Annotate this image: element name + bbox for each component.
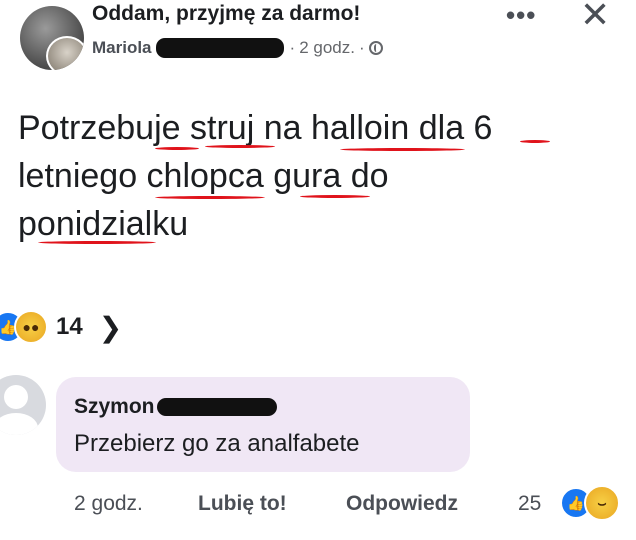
post-reactions[interactable]: 👍 ●● 14 ❯ [0,310,122,344]
post-meta: Mariola · 2 godz. · [92,38,383,58]
error-underline [205,145,275,148]
error-underline [155,196,265,199]
wow-icon: ●● [14,310,48,344]
redacted-surname [155,38,284,58]
comment-reaction-count[interactable]: 25 [518,492,541,516]
comment-time[interactable]: 2 godz. [74,492,143,516]
post-time[interactable]: 2 godz. [299,38,355,58]
chevron-right-icon[interactable]: ❯ [99,311,122,344]
comment-avatar[interactable] [0,375,46,435]
group-avatar[interactable] [20,6,84,70]
comment-text: Przebierz go za analfabete [74,430,360,457]
error-underline [520,140,550,143]
more-options-button[interactable]: ••• [506,0,536,31]
globe-icon [368,41,383,55]
meta-separator: · [289,38,296,57]
meta-separator-2: · [358,38,365,57]
like-button[interactable]: Lubię to! [198,492,287,516]
post-text-line-2: letniego chlopca gura do [18,157,389,195]
reply-button[interactable]: Odpowiedz [346,492,458,516]
error-underline [300,195,370,198]
error-underline [155,147,199,150]
comment-author[interactable]: Szymon [74,395,155,419]
post-text: Potrzebuje struj na halloin dla 6 letnie… [18,104,608,248]
close-button[interactable]: ✕ [580,0,610,36]
reaction-count: 14 [56,313,83,340]
haha-icon: ⌣ [584,485,620,521]
comment-author-row: Szymon [74,395,277,419]
error-underline [38,241,156,244]
error-underline [340,148,465,151]
group-name[interactable]: Oddam, przyjmę za darmo! [92,2,360,26]
redacted-surname [156,398,277,416]
post-author[interactable]: Mariola [92,38,152,58]
post-text-line-1: Potrzebuje struj na halloin dla 6 [18,109,493,147]
